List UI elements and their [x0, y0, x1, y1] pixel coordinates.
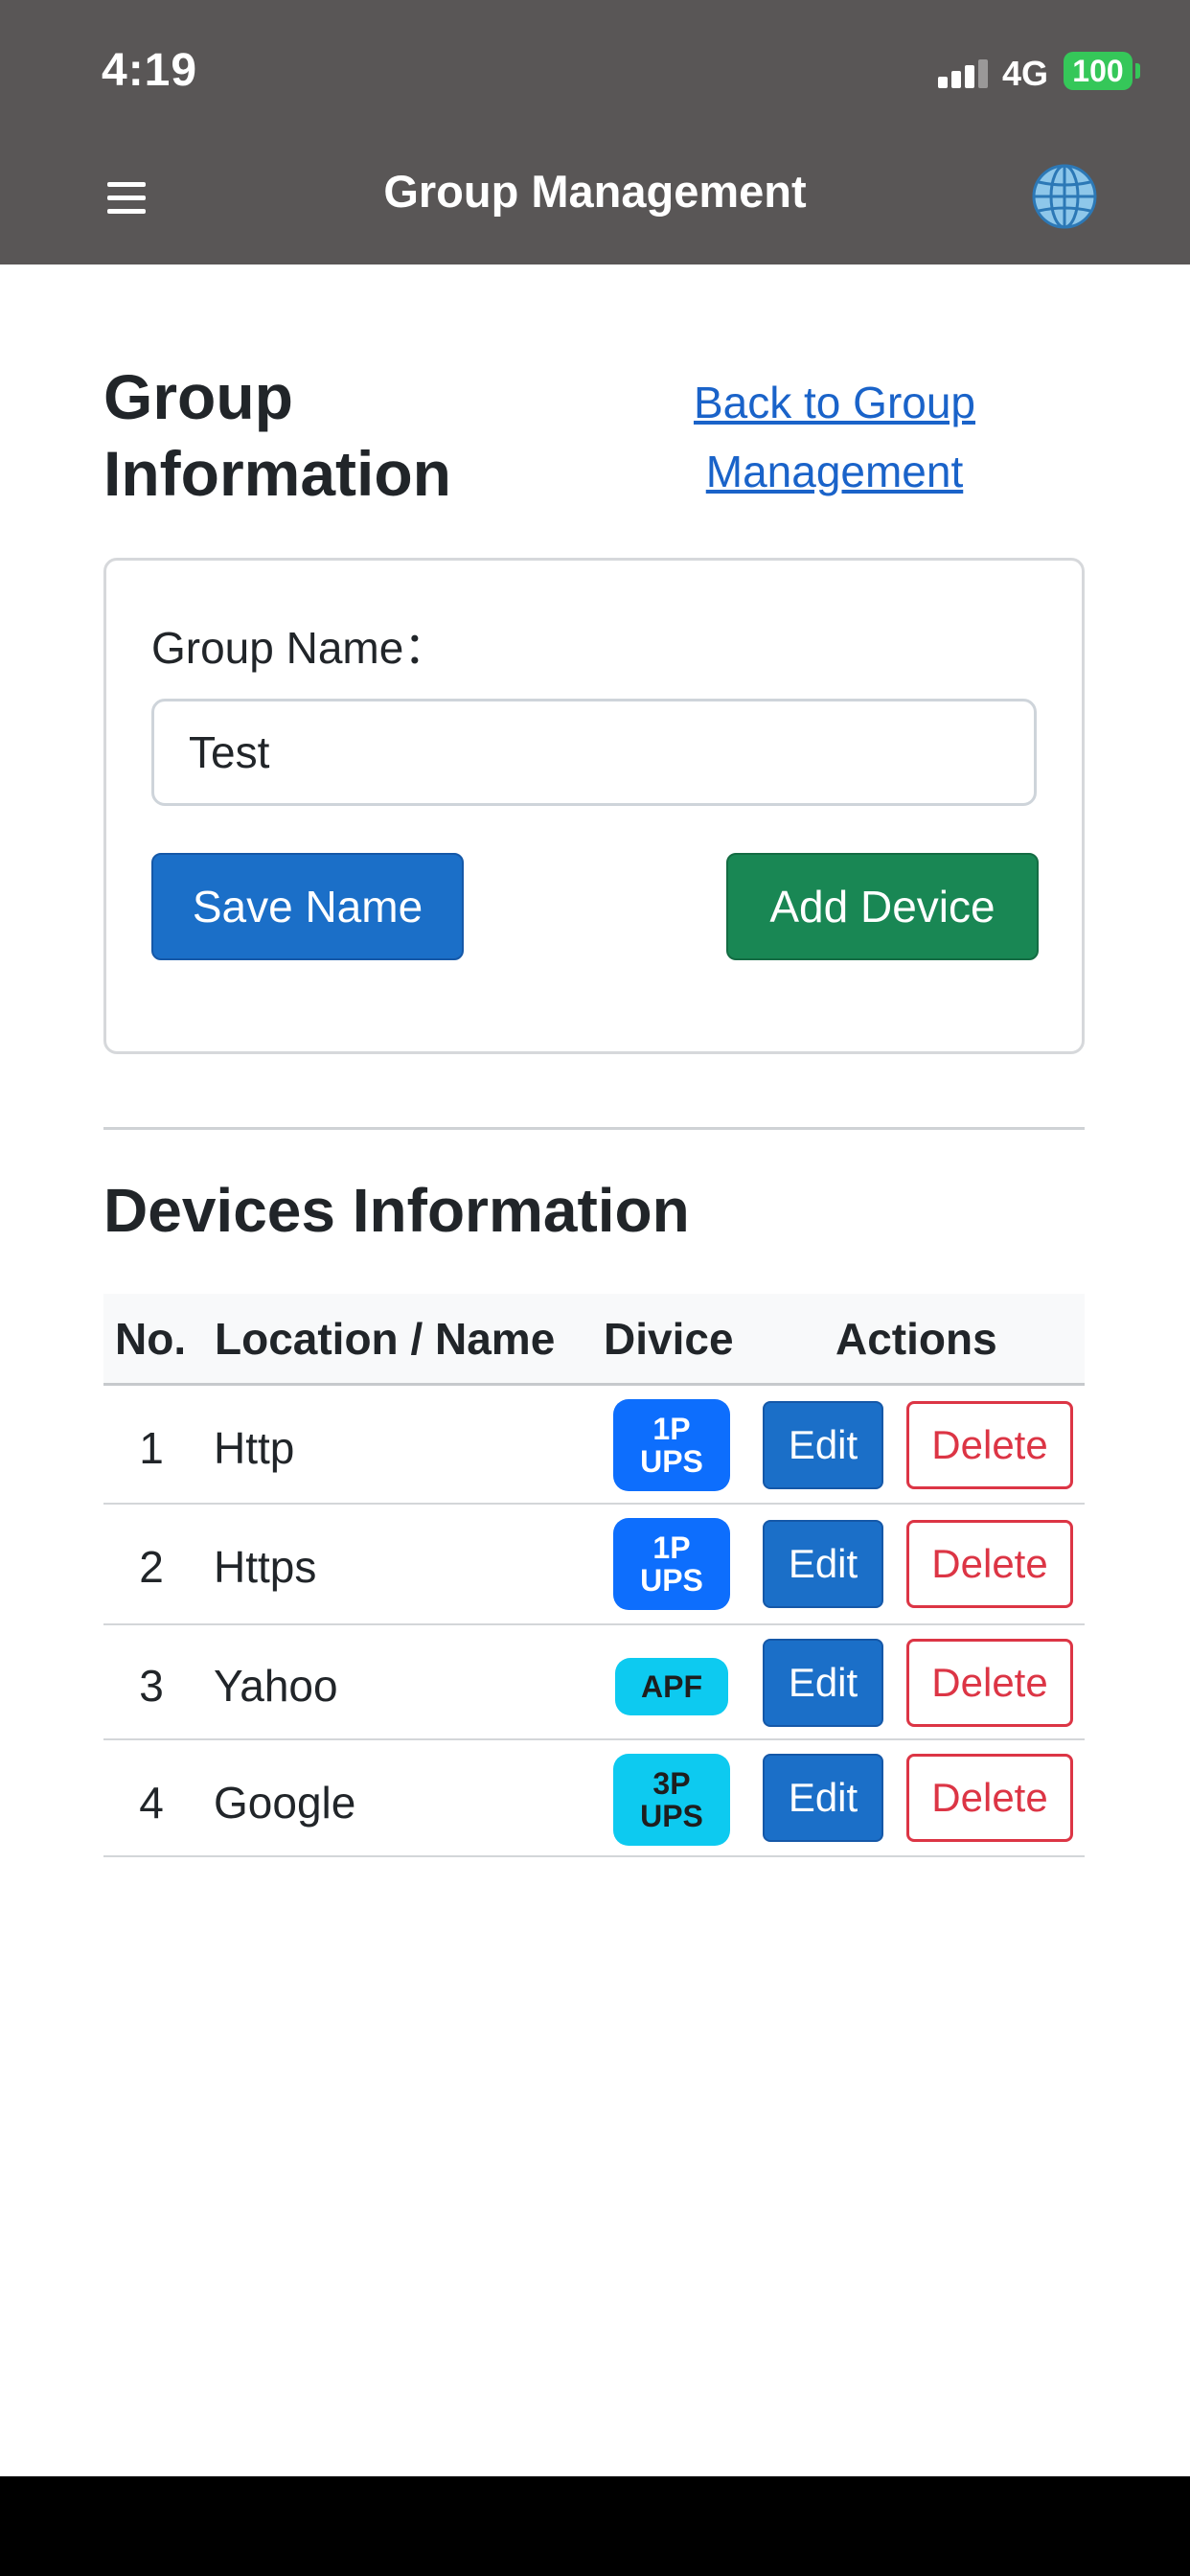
group-name-label: Group Name：: [151, 623, 448, 673]
row-name: Google: [214, 1778, 356, 1828]
table-row: 3 Yahoo APF Edit Delete: [103, 1625, 1085, 1740]
save-name-button[interactable]: Save Name: [151, 853, 464, 960]
row-number: 4: [139, 1778, 164, 1828]
device-type-badge: APF: [615, 1658, 728, 1715]
table-row: 2 Https 1P UPS Edit Delete: [103, 1505, 1085, 1625]
row-name: Http: [214, 1423, 295, 1473]
add-device-button[interactable]: Add Device: [726, 853, 1039, 960]
column-header-no: No.: [115, 1314, 187, 1364]
edit-button[interactable]: Edit: [763, 1520, 883, 1608]
row-name: Yahoo: [214, 1661, 338, 1711]
row-number: 1: [139, 1423, 164, 1473]
delete-button[interactable]: Delete: [906, 1754, 1073, 1842]
column-header-actions: Actions: [835, 1314, 997, 1364]
group-name-input[interactable]: [151, 699, 1037, 806]
cellular-signal-icon: [938, 59, 992, 88]
device-type-badge: 1P UPS: [613, 1518, 730, 1610]
edit-button[interactable]: Edit: [763, 1639, 883, 1727]
row-number: 3: [139, 1661, 164, 1711]
device-type-badge: 3P UPS: [613, 1754, 730, 1846]
table-header: No. Location / Name Divice Actions: [103, 1294, 1085, 1386]
delete-button[interactable]: Delete: [906, 1401, 1073, 1489]
app-header: 4:19 4G 100 Group Management: [0, 0, 1190, 264]
row-number: 2: [139, 1542, 164, 1592]
bottom-system-bar: [0, 2476, 1190, 2576]
section-divider: [103, 1127, 1085, 1130]
page-title: Group Information: [103, 361, 451, 509]
status-time: 4:19: [102, 45, 198, 96]
column-header-device: Divice: [604, 1314, 734, 1364]
edit-button[interactable]: Edit: [763, 1401, 883, 1489]
battery-tip: [1135, 63, 1140, 79]
globe-icon[interactable]: [1031, 163, 1098, 230]
device-type-badge: 1P UPS: [613, 1399, 730, 1491]
delete-button[interactable]: Delete: [906, 1520, 1073, 1608]
column-header-name: Location / Name: [215, 1314, 556, 1364]
table-row: 4 Google 3P UPS Edit Delete: [103, 1740, 1085, 1857]
devices-section-title: Devices Information: [103, 1176, 690, 1245]
edit-button[interactable]: Edit: [763, 1754, 883, 1842]
network-type: 4G: [1002, 54, 1049, 93]
back-to-group-management-link[interactable]: Back to Group Management: [661, 368, 1008, 506]
row-name: Https: [214, 1542, 317, 1592]
table-row: 1 Http 1P UPS Edit Delete: [103, 1386, 1085, 1505]
delete-button[interactable]: Delete: [906, 1639, 1073, 1727]
battery-icon: 100: [1064, 52, 1133, 90]
header-title: Group Management: [383, 166, 807, 217]
